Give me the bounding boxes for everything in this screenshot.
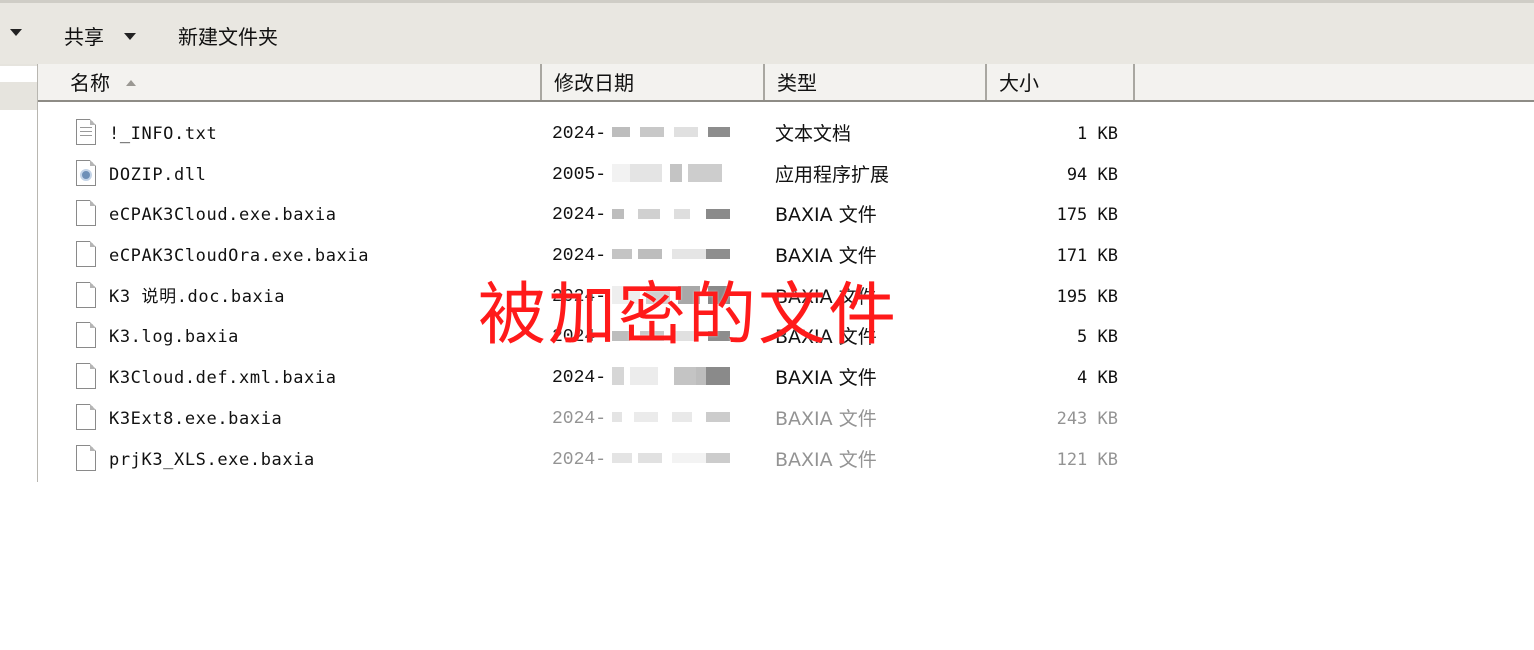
sort-ascending-icon [126,79,137,86]
file-type: 文本文档 [775,123,852,145]
column-header-size[interactable]: 大小 [987,64,1135,100]
chevron-down-icon [124,33,137,40]
file-row[interactable]: prjK3_XLS.exe.baxia 2024- BAXIA 文件 121 K… [38,441,1534,482]
file-size: 94 KB [1066,164,1118,185]
gear-icon [80,168,92,181]
redacted-date-blur [612,452,731,463]
file-row[interactable]: K3Cloud.def.xml.baxia 2024- BAXIA 文件 4 K… [38,359,1534,400]
file-name: K3.log.baxia [109,327,240,348]
blank-file-icon [76,444,96,471]
chevron-down-icon [10,29,22,36]
file-row[interactable]: DOZIP.dll 2005- 应用程序扩展 94 KB [38,156,1534,197]
redacted-date-blur [612,208,731,219]
dll-file-icon [76,159,96,186]
file-name: DOZIP.dll [109,164,207,185]
file-size: 121 KB [1056,449,1118,470]
new-folder-button[interactable]: 新建文件夹 [178,21,278,50]
file-size: 4 KB [1077,368,1118,389]
file-type: BAXIA 文件 [775,448,877,471]
file-size: 5 KB [1077,327,1118,348]
file-date: 2024- [552,245,731,267]
column-size-label: 大小 [999,71,1039,95]
encrypted-files-annotation: 被加密的文件 [478,276,899,355]
file-date-prefix: 2024- [552,408,607,429]
file-date: 2024- [552,367,731,389]
file-name: !_INFO.txt [109,124,218,144]
file-row[interactable]: !_INFO.txt 2024- 文本文档 1 KB [38,115,1534,156]
column-header-bar: 名称 修改日期 类型 大小 [38,64,1534,102]
column-name-label: 名称 [70,71,110,95]
file-type: BAXIA 文件 [775,204,877,227]
column-type-label: 类型 [777,71,817,95]
file-date: 2024- [552,408,731,430]
file-type: BAXIA 文件 [775,245,877,268]
blank-file-icon [76,322,96,349]
blank-file-icon [76,241,96,268]
column-date-label: 修改日期 [554,71,634,95]
file-size: 195 KB [1056,286,1118,307]
column-header-date[interactable]: 修改日期 [542,64,765,100]
file-date-prefix: 2024- [552,246,607,267]
file-name: prjK3_XLS.exe.baxia [109,449,315,470]
file-name: eCPAK3Cloud.exe.baxia [109,205,337,226]
command-bar: 共享 新建文件夹 [0,0,1534,64]
file-date-prefix: 2024- [552,205,607,226]
file-type: 应用程序扩展 [775,163,890,186]
redacted-date-blur [612,367,731,386]
file-name: K3Ext8.exe.baxia [109,408,283,429]
navigation-pane[interactable] [0,64,38,482]
blank-file-icon [76,403,96,430]
file-date-prefix: 2024- [552,124,607,144]
file-row[interactable]: eCPAK3Cloud.exe.baxia 2024- BAXIA 文件 175… [38,196,1534,237]
file-name: eCPAK3CloudOra.exe.baxia [109,246,370,267]
file-type: BAXIA 文件 [775,367,877,390]
file-row[interactable]: eCPAK3CloudOra.exe.baxia 2024- BAXIA 文件 … [38,237,1534,278]
column-header-type[interactable]: 类型 [765,64,987,100]
nav-strip [0,64,37,66]
file-date: 2024- [552,204,731,226]
file-date-prefix: 2005- [552,164,607,185]
column-header-name[interactable]: 名称 [38,64,542,100]
blank-file-icon [76,200,96,227]
file-date: 2005- [552,163,723,186]
file-date-prefix: 2024- [552,449,607,470]
file-name: K3 说明.doc.baxia [109,286,286,307]
redacted-date-blur [612,249,731,260]
blank-file-icon [76,281,96,308]
file-size: 171 KB [1056,246,1118,267]
file-size: 243 KB [1056,408,1118,429]
file-date-prefix: 2024- [552,368,607,389]
share-label: 共享 [64,25,104,49]
redacted-date-blur [612,163,723,182]
text-file-icon [76,119,96,145]
file-date: 2024- [552,123,731,145]
file-type: BAXIA 文件 [775,407,877,430]
nav-selected-item[interactable] [0,82,37,110]
file-date: 2024- [552,449,731,471]
file-row[interactable]: K3Ext8.exe.baxia 2024- BAXIA 文件 243 KB [38,400,1534,441]
organize-dropdown[interactable] [10,21,22,45]
file-size: 1 KB [1077,124,1118,144]
file-size: 175 KB [1056,205,1118,226]
redacted-date-blur [612,412,731,423]
file-explorer-window: 共享 新建文件夹 名称 修改日期 类型 大小 !_INFO.txt 2024- … [0,0,1534,482]
blank-file-icon [76,363,96,390]
share-button[interactable]: 共享 [64,21,137,50]
redacted-date-blur [612,127,731,138]
file-name: K3Cloud.def.xml.baxia [109,368,337,389]
